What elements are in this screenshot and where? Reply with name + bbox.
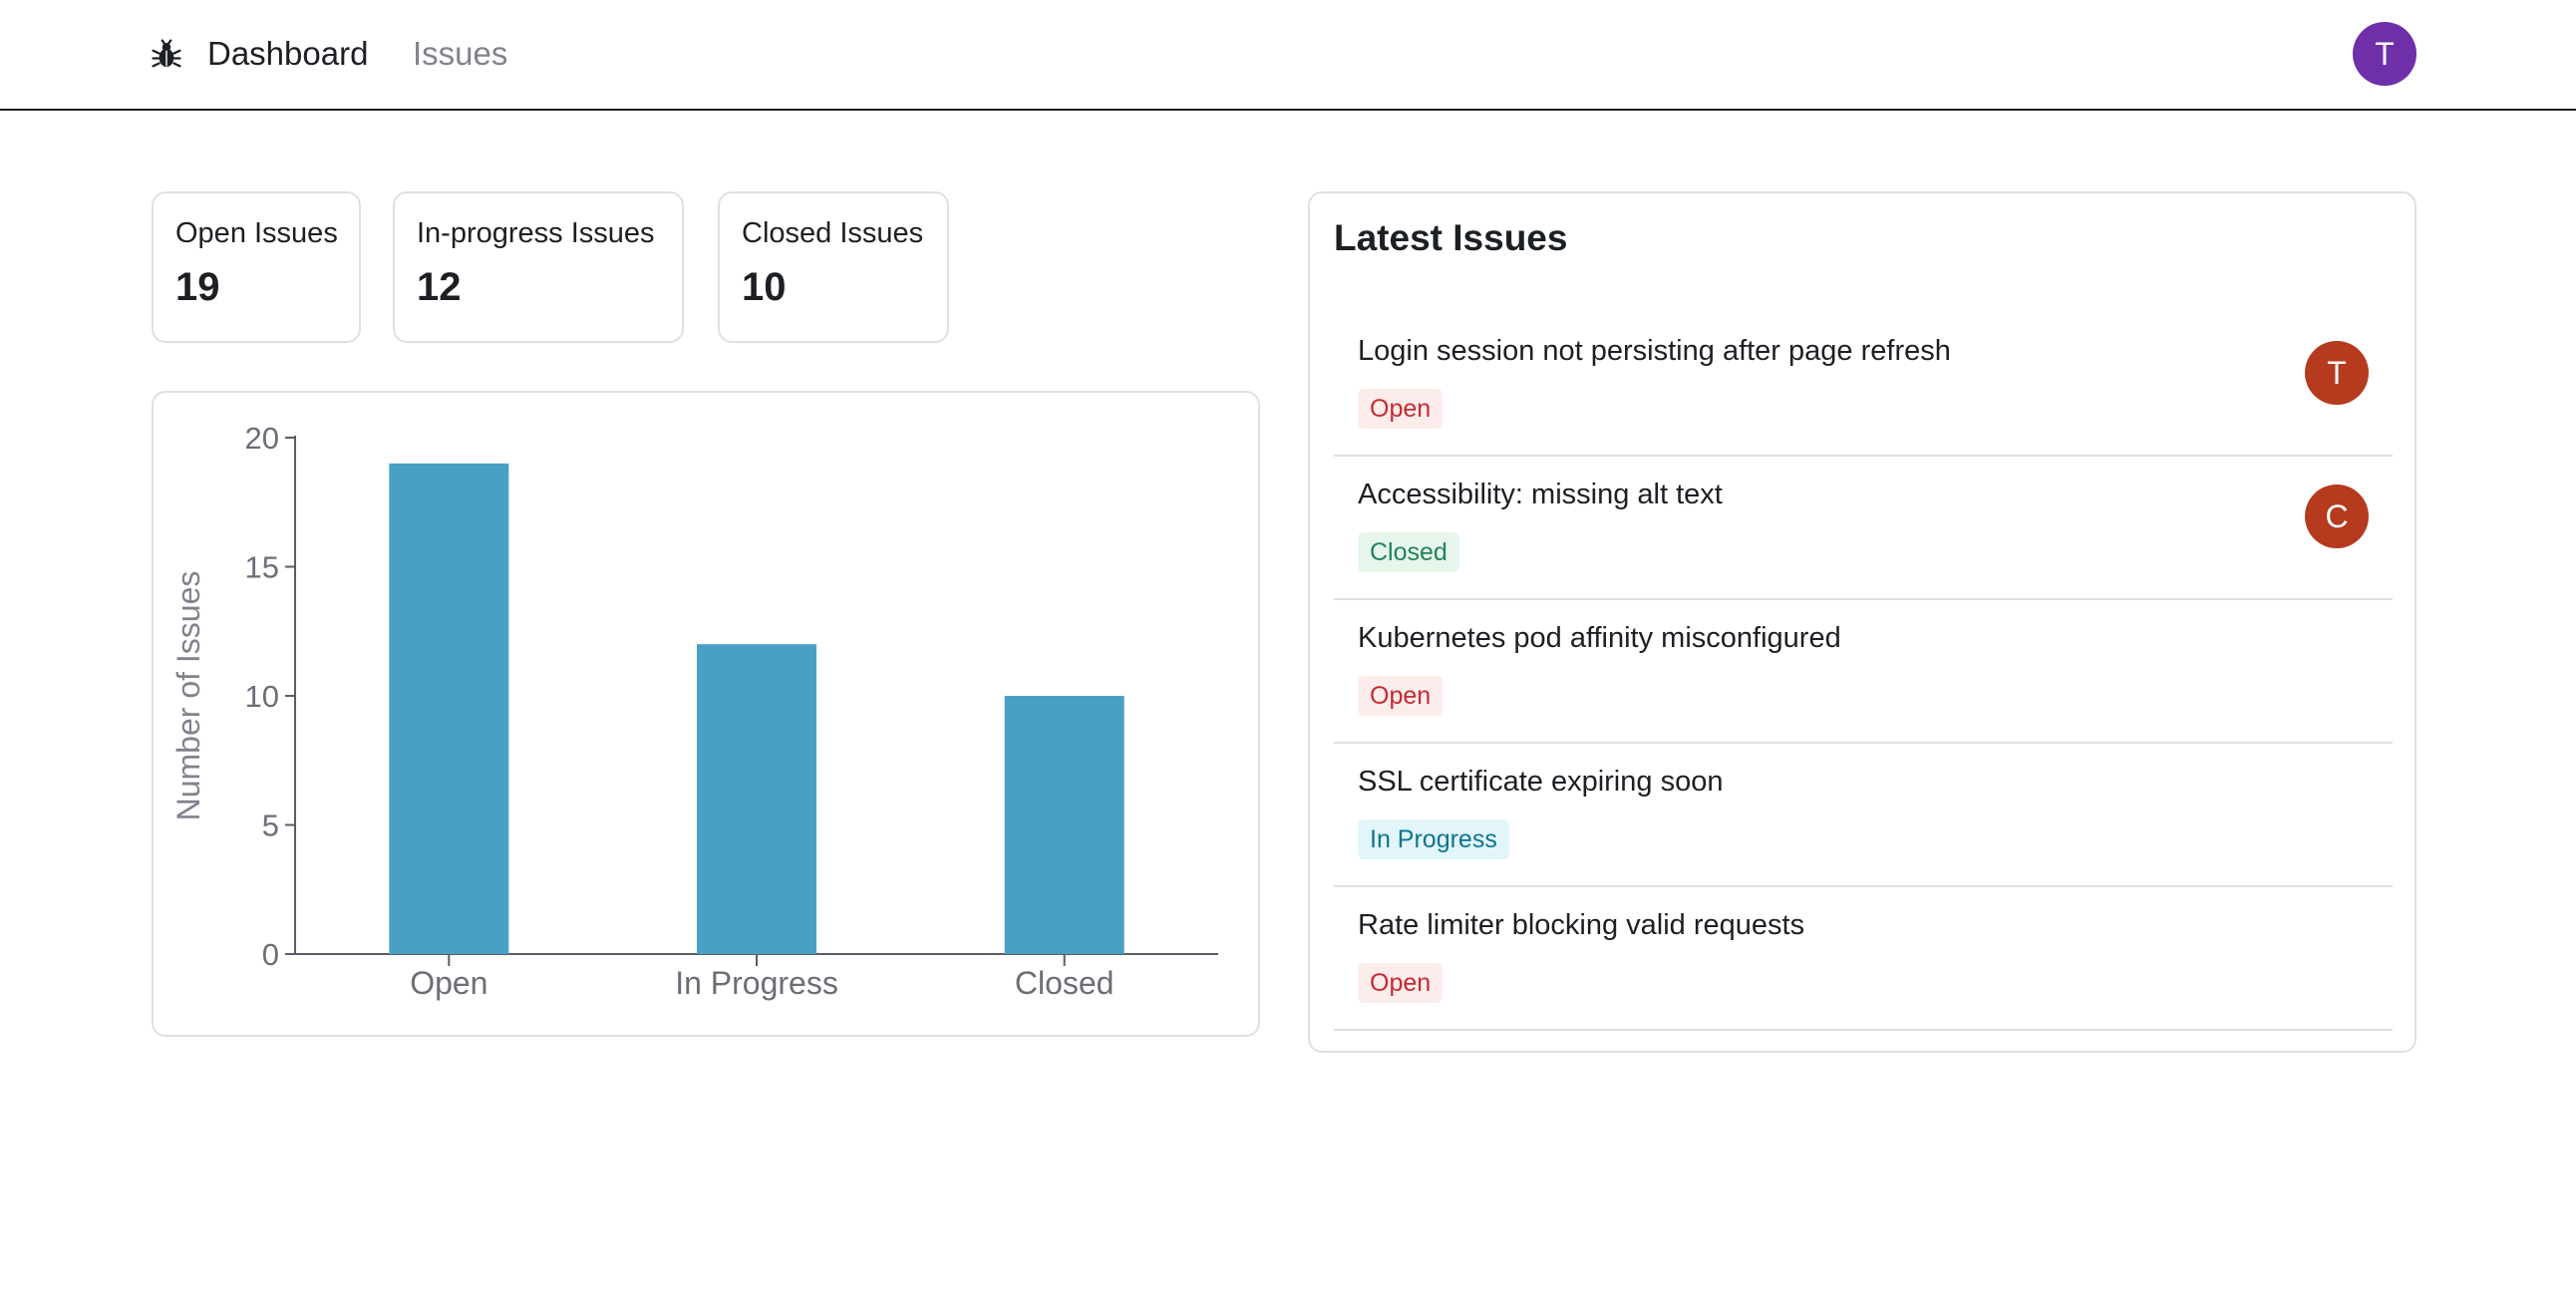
latest-issues-panel: Latest Issues Login session not persisti…	[1308, 191, 2416, 1053]
stat-card-open[interactable]: Open Issues 19	[152, 191, 361, 343]
y-tick-label: 20	[245, 421, 279, 456]
stat-label: Closed Issues	[742, 217, 924, 249]
y-tick-label: 0	[262, 937, 279, 972]
issue-title-link[interactable]: Accessibility: missing alt text	[1358, 479, 1723, 511]
latest-issues-title: Latest Issues	[1334, 217, 1568, 258]
stat-value: 10	[742, 265, 787, 309]
y-tick-label: 5	[262, 808, 279, 843]
stat-value: 12	[417, 265, 462, 309]
issue-list: Login session not persisting after page …	[1334, 313, 2393, 1031]
stat-label: In-progress Issues	[417, 217, 655, 249]
user-avatar[interactable]: T	[2353, 22, 2416, 86]
assignee-avatar: T	[2305, 341, 2369, 405]
issue-row[interactable]: Rate limiter blocking valid requests Ope…	[1334, 887, 2393, 1031]
issue-row[interactable]: Accessibility: missing alt text Closed C	[1334, 457, 2393, 600]
issue-row[interactable]: Login session not persisting after page …	[1334, 313, 2393, 457]
issue-row[interactable]: SSL certificate expiring soon In Progres…	[1334, 744, 2393, 887]
issue-title-link[interactable]: Kubernetes pod affinity misconfigured	[1358, 622, 1841, 655]
x-tick-label: Closed	[1015, 965, 1115, 1001]
nav-link-dashboard[interactable]: Dashboard	[207, 30, 368, 78]
status-badge: Closed	[1358, 532, 1459, 572]
issues-bar-chart-card: 0 5 10 15 20 Open In Progress Closed Number of I…	[152, 391, 1260, 1037]
issue-row[interactable]: Kubernetes pod affinity misconfigured Op…	[1334, 600, 2393, 744]
issues-bar-chart: 0 5 10 15 20 Open In Progress Closed Number of I…	[170, 421, 1218, 1001]
stat-value: 19	[175, 265, 220, 309]
status-badge: Open	[1358, 389, 1444, 429]
status-badge: In Progress	[1358, 819, 1509, 859]
stat-card-closed[interactable]: Closed Issues 10	[718, 191, 949, 343]
status-badge: Open	[1358, 676, 1444, 716]
issue-title-link[interactable]: Rate limiter blocking valid requests	[1358, 909, 1804, 942]
status-badge: Open	[1358, 963, 1444, 1003]
bug-icon[interactable]	[150, 38, 183, 72]
stat-card-in-progress[interactable]: In-progress Issues 12	[393, 191, 684, 343]
stat-label: Open Issues	[175, 217, 338, 249]
assignee-avatar: C	[2305, 484, 2369, 548]
bar-closed	[1004, 696, 1125, 954]
issue-title-link[interactable]: Login session not persisting after page …	[1358, 335, 1951, 368]
bar-open	[389, 463, 509, 954]
nav-link-issues[interactable]: Issues	[413, 30, 507, 78]
bar-in-progress	[697, 644, 816, 954]
y-tick-label: 10	[245, 679, 279, 714]
x-tick-label: Open	[410, 965, 487, 1001]
y-tick-label: 15	[245, 550, 279, 585]
issue-title-link[interactable]: SSL certificate expiring soon	[1358, 766, 1723, 799]
top-nav-bar: Dashboard Issues T	[0, 0, 2576, 111]
x-tick-label: In Progress	[675, 965, 838, 1001]
y-axis-label: Number of Issues	[170, 571, 206, 821]
